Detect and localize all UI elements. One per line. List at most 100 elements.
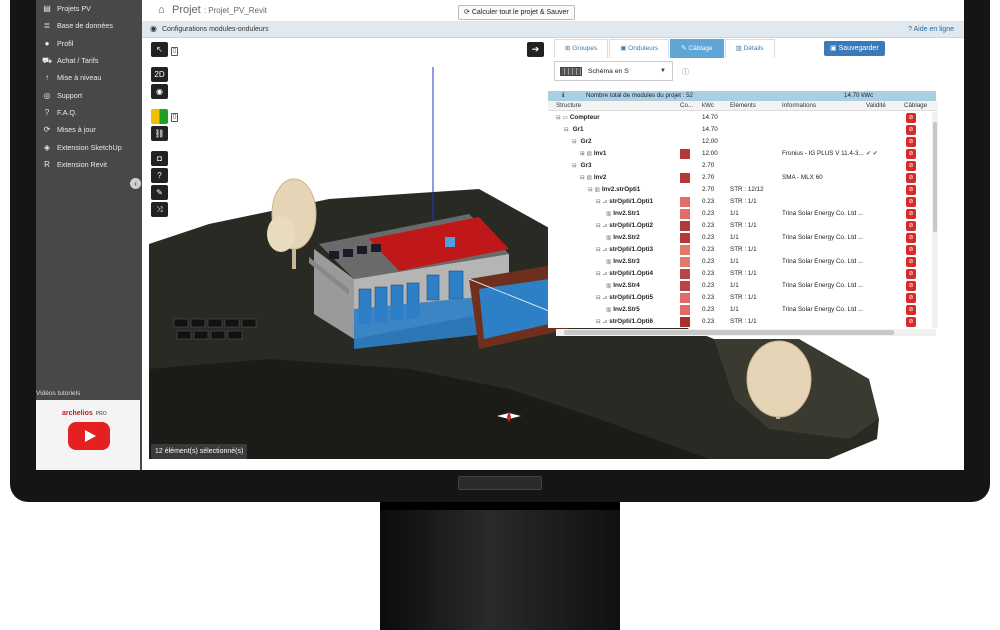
expand-toggle-icon[interactable]: ⊟: [564, 127, 569, 133]
col-cabling[interactable]: Câblage: [904, 102, 927, 109]
color-swatch[interactable]: [680, 221, 690, 231]
table-row[interactable]: ⊟ Gr2 12.00 ⊘: [548, 136, 938, 148]
col-structure[interactable]: Structure: [556, 102, 581, 109]
expand-toggle-icon[interactable]: ⊟: [572, 163, 577, 169]
edit-button[interactable]: ✎: [151, 185, 168, 200]
cabling-icon[interactable]: ⊘: [906, 161, 916, 171]
color-swatch[interactable]: [680, 317, 690, 327]
table-row[interactable]: ⊟ Gr3 2.70 ⊘: [548, 160, 938, 172]
tab-0[interactable]: ⊞ Groupes: [554, 39, 609, 58]
row-name[interactable]: ⊟ ⊿ strOpti/1.Opti3: [596, 246, 653, 253]
sidebar-item[interactable]: ≣ Base de données: [36, 17, 142, 34]
table-row[interactable]: ▥ Inv2.Str4 0.23 1/1 Trina Solar Energy Co. …: [548, 280, 938, 292]
sidebar-item[interactable]: ◈ Extension SketchUp: [36, 138, 142, 155]
table-row[interactable]: ⊟ ⊿ strOpti/1.Opti4 0.23 STR : 1/1 ⊘: [548, 268, 938, 280]
camera-button[interactable]: ◘: [151, 151, 168, 166]
row-name[interactable]: ⊟ ▨ Inv2: [580, 174, 606, 181]
row-name[interactable]: ▥ Inv2.Str4: [604, 282, 640, 289]
tab-1[interactable]: ▣ Onduleurs: [609, 39, 670, 58]
scroll-thumb[interactable]: [933, 122, 937, 232]
table-row[interactable]: ⊞ ▨ Inv1 12.00 Fronius - IG PLUS V 11.4-3...…: [548, 148, 938, 160]
row-name[interactable]: ⊟ ⊿ strOpti/1.Opti5: [596, 294, 653, 301]
3d-viewport[interactable]: ↖ ▯ 2D ◉ ▯ ⛓ ◘ ? ✎ ⤨ 12 élément(s) sélec…: [149, 39, 959, 464]
sidebar-item[interactable]: ● Profil: [36, 35, 142, 52]
sidebar-item[interactable]: ⛟ Achat / Tarifs: [36, 52, 142, 69]
table-row[interactable]: ⊟ ▨ Inv2 2.70 SMA - MLX 60 ⊘: [548, 172, 938, 184]
table-row[interactable]: ⊟ ⊿ strOpti/1.Opti5 0.23 STR : 1/1 ⊘: [548, 292, 938, 304]
sidebar-item[interactable]: ◎ Support: [36, 86, 142, 103]
calculate-save-button[interactable]: ⟳ Calculer tout le projet & Sauver: [458, 5, 575, 20]
expand-toggle-icon[interactable]: ⊟: [580, 175, 585, 181]
cabling-icon[interactable]: ⊘: [906, 209, 916, 219]
row-name[interactable]: ⊟ Gr2: [572, 138, 591, 145]
color-swatch[interactable]: [680, 173, 690, 183]
row-name[interactable]: ⊟ ▥ Inv2.strOpti1: [588, 186, 640, 193]
help-circle-icon[interactable]: ⓘ: [682, 67, 689, 77]
expand-toggle-icon[interactable]: ⊟: [556, 115, 561, 121]
sidebar-item[interactable]: ? F.A.Q.: [36, 104, 142, 121]
row-name[interactable]: ⊟ ⊿ strOpti/1.Opti2: [596, 222, 653, 229]
table-row[interactable]: ⊟ ▭ Compteur 14.70 ⊘: [548, 112, 938, 124]
cabling-icon[interactable]: ⊘: [906, 305, 916, 315]
horizontal-scrollbar[interactable]: [556, 329, 936, 336]
col-kwc[interactable]: kWc: [702, 102, 714, 109]
select-tool-button[interactable]: ↖: [151, 42, 168, 57]
table-row[interactable]: ⊟ ⊿ strOpti/1.Opti6 0.23 STR : 1/1 ⊘: [548, 316, 938, 328]
help-button[interactable]: ?: [151, 168, 168, 183]
row-name[interactable]: ▥ Inv2.Str2: [604, 234, 640, 241]
color-swatch[interactable]: [680, 257, 690, 267]
table-row[interactable]: ⊟ ⊿ strOpti/1.Opti1 0.23 STR : 1/1 ⊘: [548, 196, 938, 208]
expand-toggle-icon[interactable]: ⊟: [596, 247, 601, 253]
row-name[interactable]: ▥ Inv2.Str5: [604, 306, 640, 313]
cabling-icon[interactable]: ⊘: [906, 281, 916, 291]
tab-3[interactable]: ▥ Détails: [724, 39, 775, 58]
vertical-scrollbar[interactable]: [932, 112, 938, 328]
save-button[interactable]: ▣ Sauvegarder: [824, 41, 885, 56]
cabling-icon[interactable]: ⊘: [906, 233, 916, 243]
expand-toggle-icon[interactable]: ⊟: [572, 139, 577, 145]
lock-icon[interactable]: ▯: [171, 47, 178, 56]
col-elements[interactable]: Eléments: [730, 102, 756, 109]
row-name[interactable]: ⊟ ▭ Compteur: [556, 114, 600, 121]
table-row[interactable]: ⊟ Gr1 14.70 ⊘: [548, 124, 938, 136]
shuffle-button[interactable]: ⤨: [151, 202, 168, 217]
color-swatch[interactable]: [680, 269, 690, 279]
cabling-icon[interactable]: ⊘: [906, 257, 916, 267]
lock-icon[interactable]: ▯: [171, 113, 178, 122]
cabling-icon[interactable]: ⊘: [906, 221, 916, 231]
expand-toggle-icon[interactable]: ⊞: [580, 151, 585, 157]
col-informations[interactable]: Informations: [782, 102, 816, 109]
tutorial-video-thumbnail[interactable]: archelios PRO: [36, 400, 140, 470]
sidebar-item[interactable]: ▤ Projets PV: [36, 0, 142, 17]
row-name[interactable]: ▥ Inv2.Str1: [604, 210, 640, 217]
cabling-icon[interactable]: ⊘: [906, 245, 916, 255]
tab-2[interactable]: ✎ Câblage: [670, 39, 724, 58]
sidebar-item[interactable]: ⟳ Mises à jour: [36, 121, 142, 138]
scroll-thumb[interactable]: [564, 330, 894, 335]
row-name[interactable]: ⊞ ▨ Inv1: [580, 150, 606, 157]
color-swatch[interactable]: [680, 197, 690, 207]
link-tool-button[interactable]: ⛓: [151, 126, 168, 141]
cabling-icon[interactable]: ⊘: [906, 113, 916, 123]
color-swatch[interactable]: [680, 233, 690, 243]
color-swatch[interactable]: [680, 293, 690, 303]
cabling-icon[interactable]: ⊘: [906, 317, 916, 327]
table-row[interactable]: ⊟ ⊿ strOpti/1.Opti3 0.23 STR : 1/1 ⊘: [548, 244, 938, 256]
table-row[interactable]: ⊟ ⊿ strOpti/1.Opti2 0.23 STR : 1/1 ⊘: [548, 220, 938, 232]
color-swatch[interactable]: [680, 149, 690, 159]
row-name[interactable]: ⊟ ⊿ strOpti/1.Opti6: [596, 318, 653, 325]
color-palette-button[interactable]: [151, 109, 168, 124]
color-swatch[interactable]: [680, 245, 690, 255]
cabling-icon[interactable]: ⊘: [906, 137, 916, 147]
expand-toggle-icon[interactable]: ⊟: [596, 295, 601, 301]
expand-toggle-icon[interactable]: ⊟: [596, 271, 601, 277]
youtube-play-icon[interactable]: [68, 422, 110, 450]
row-name[interactable]: ⊟ ⊿ strOpti/1.Opti4: [596, 270, 653, 277]
expand-toggle-icon[interactable]: ⊟: [588, 187, 593, 193]
expand-toggle-icon[interactable]: ⊟: [596, 199, 601, 205]
table-row[interactable]: ⊟ ▥ Inv2.strOpti1 2.70 STR : 12/12 ⊘: [548, 184, 938, 196]
cabling-icon[interactable]: ⊘: [906, 293, 916, 303]
home-icon[interactable]: ⌂: [158, 4, 165, 16]
cabling-icon[interactable]: ⊘: [906, 185, 916, 195]
view-2d-button[interactable]: 2D: [151, 67, 168, 82]
